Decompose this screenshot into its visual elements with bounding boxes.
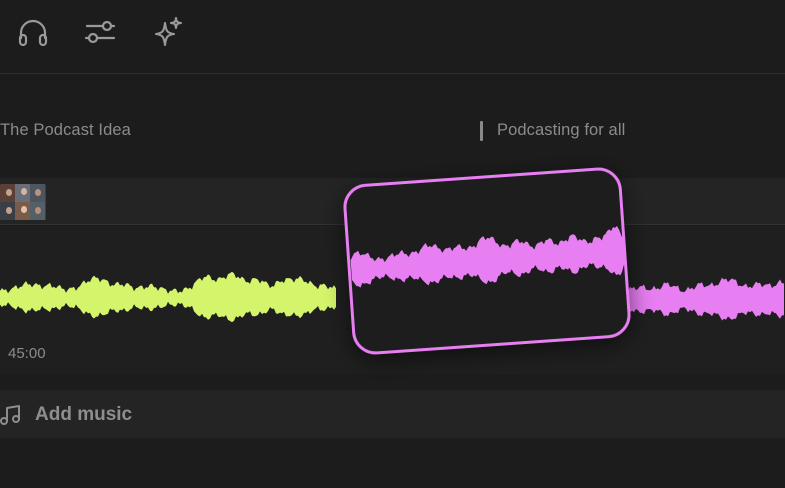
sparkle-icon[interactable] (150, 14, 186, 50)
waveform-remaining (620, 277, 784, 321)
waveform-primary (0, 271, 336, 323)
music-note-icon (0, 403, 22, 427)
waveform-layer (0, 167, 784, 355)
toolbar-divider (0, 73, 785, 74)
chapter-title-second[interactable]: Podcasting for all (497, 121, 625, 140)
headphones-icon[interactable] (15, 14, 51, 50)
sliders-icon[interactable] (82, 14, 118, 50)
toolbar (0, 0, 785, 73)
chapter-title-first[interactable]: The Podcast Idea (0, 121, 131, 140)
timestamp: 45:00 (8, 345, 46, 362)
add-music-button[interactable]: Add music (35, 404, 132, 426)
selected-clip[interactable] (343, 167, 631, 355)
chapter-marker[interactable] (480, 121, 483, 141)
